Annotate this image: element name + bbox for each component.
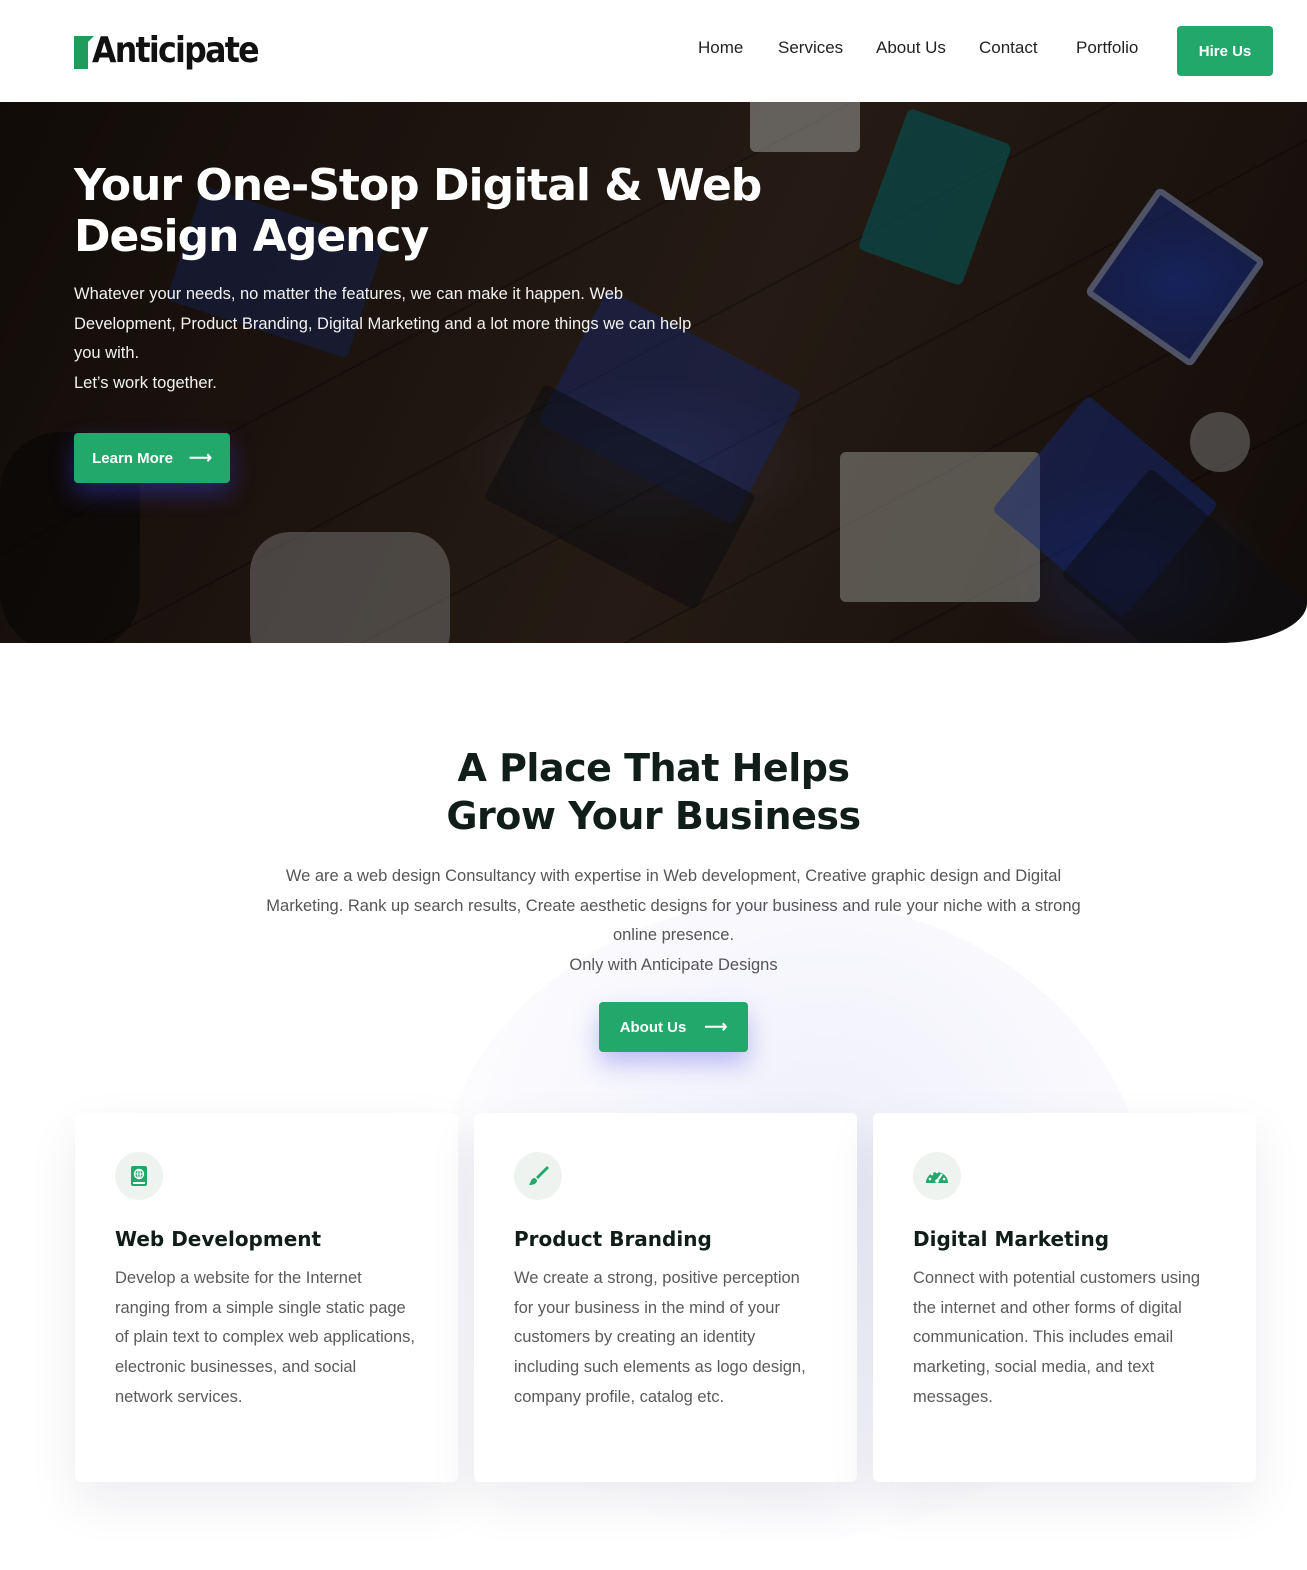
section-description-text: We are a web design Consultancy with exp… bbox=[266, 867, 1081, 944]
section-title-line-2: Grow Your Business bbox=[446, 794, 861, 838]
section-title: A Place That Helps Grow Your Business bbox=[0, 744, 1307, 840]
nav-home[interactable]: Home bbox=[698, 38, 743, 58]
section-title-line-1: A Place That Helps bbox=[457, 746, 850, 790]
section-tagline: Only with Anticipate Designs bbox=[569, 955, 778, 974]
arrow-right-icon: ⟶ bbox=[704, 1019, 728, 1036]
about-us-button[interactable]: About Us ⟶ bbox=[599, 1002, 748, 1052]
speedometer-icon bbox=[913, 1152, 961, 1200]
arrow-right-icon: ⟶ bbox=[188, 450, 212, 467]
hire-us-button[interactable]: Hire Us bbox=[1177, 26, 1273, 76]
card-text: Develop a website for the Internet rangi… bbox=[115, 1269, 415, 1406]
paint-brush-icon bbox=[514, 1152, 562, 1200]
card-title: Web Development bbox=[115, 1227, 322, 1251]
nav-portfolio[interactable]: Portfolio bbox=[1076, 38, 1138, 58]
card-text: Connect with potential customers using t… bbox=[913, 1269, 1201, 1406]
hero-description-text: Whatever your needs, no matter the featu… bbox=[74, 285, 692, 362]
about-us-label: About Us bbox=[619, 1018, 687, 1036]
site-header: Anticipate Home Services About Us Contac… bbox=[0, 0, 1307, 102]
card-title: Product Branding bbox=[514, 1227, 712, 1251]
section-description: We are a web design Consultancy with exp… bbox=[250, 862, 1097, 980]
card-title: Digital Marketing bbox=[913, 1227, 1110, 1251]
learn-more-label: Learn More bbox=[92, 449, 173, 467]
hero-description: Whatever your needs, no matter the featu… bbox=[74, 280, 694, 398]
service-card-web-development: Web Development Develop a website for th… bbox=[75, 1113, 458, 1482]
service-card-product-branding: Product Branding We create a strong, pos… bbox=[474, 1113, 857, 1482]
main-nav: Home Services About Us Contact Portfolio bbox=[0, 38, 1307, 64]
card-text: We create a strong, positive perception … bbox=[514, 1269, 806, 1406]
nav-about-us[interactable]: About Us bbox=[876, 38, 946, 58]
hero-section: Your One-Stop Digital & Web Design Agenc… bbox=[0, 102, 1307, 643]
nav-contact[interactable]: Contact bbox=[979, 38, 1038, 58]
service-card-digital-marketing: Digital Marketing Connect with potential… bbox=[873, 1113, 1256, 1482]
hero-tagline: Let’s work together. bbox=[74, 373, 217, 392]
nav-services[interactable]: Services bbox=[778, 38, 843, 58]
book-globe-icon bbox=[115, 1152, 163, 1200]
learn-more-button[interactable]: Learn More ⟶ bbox=[74, 433, 230, 483]
hero-title: Your One-Stop Digital & Web Design Agenc… bbox=[74, 160, 762, 262]
